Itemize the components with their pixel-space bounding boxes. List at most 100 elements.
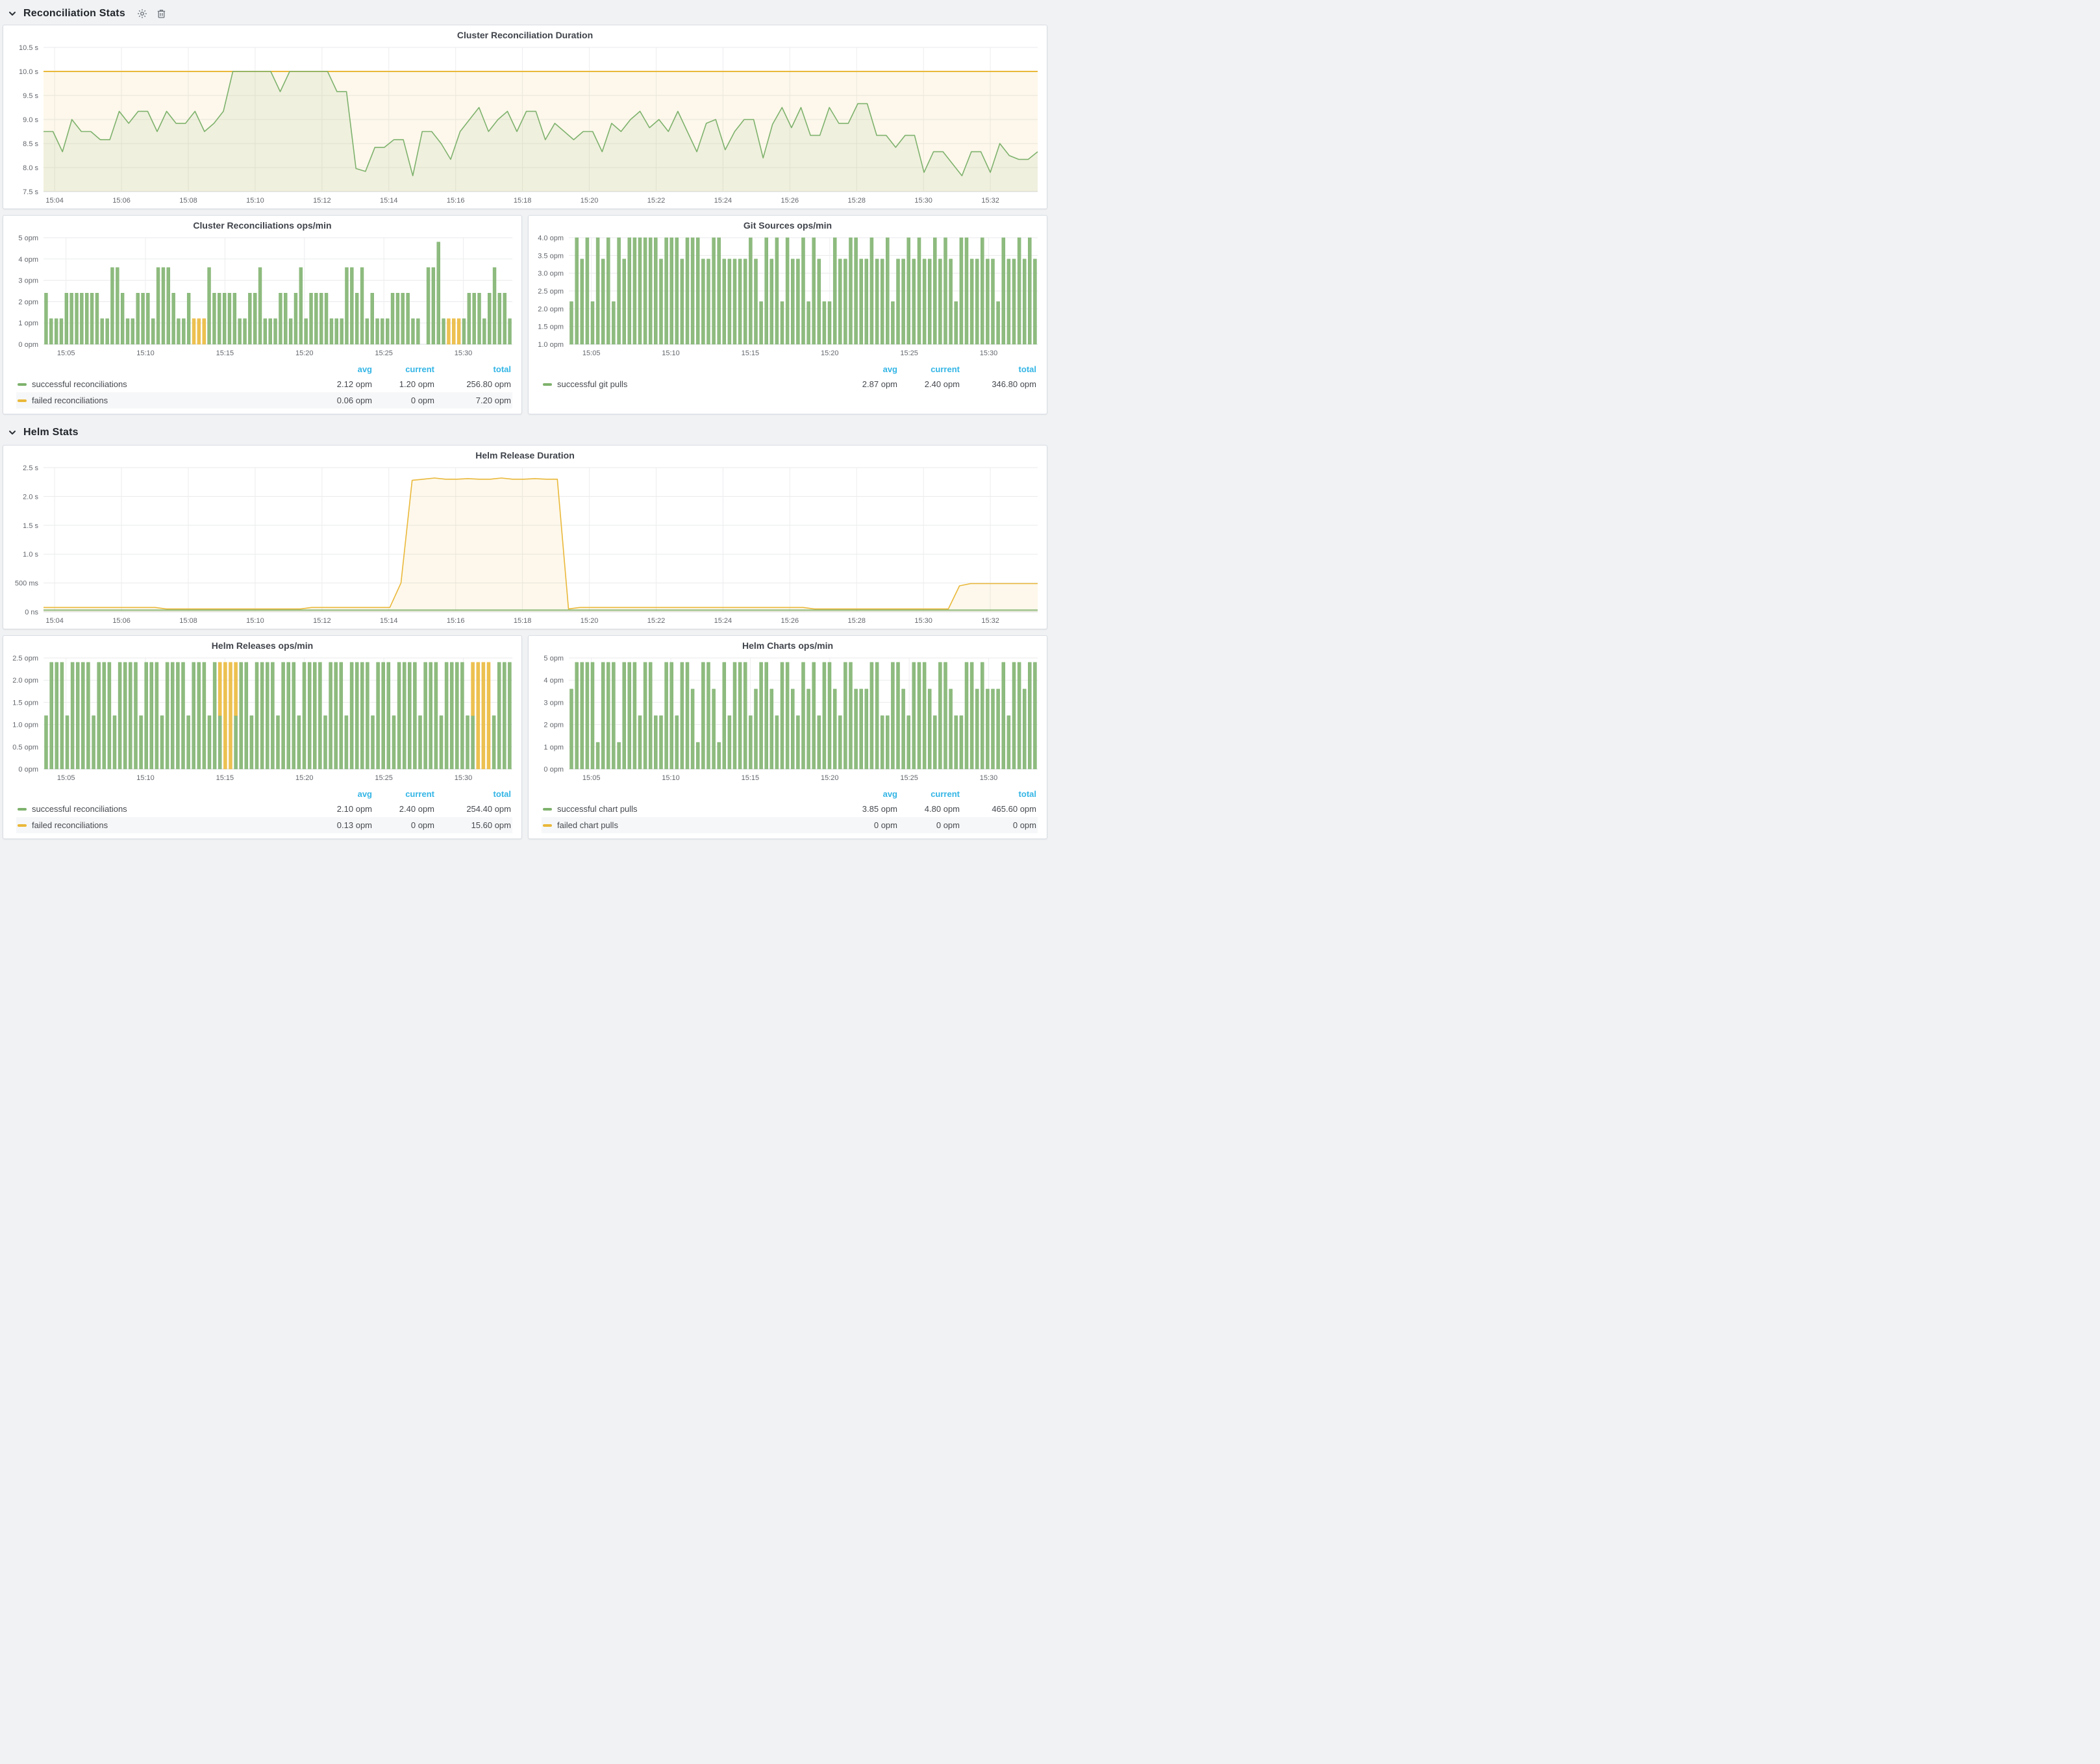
svg-text:2.5 opm: 2.5 opm bbox=[538, 288, 564, 296]
legend-series-label[interactable]: successful git pulls bbox=[543, 379, 835, 389]
legend-series-label[interactable]: failed reconciliations bbox=[18, 820, 310, 830]
series-name: failed chart pulls bbox=[557, 820, 618, 830]
svg-text:9.0 s: 9.0 s bbox=[23, 116, 38, 124]
panel-title[interactable]: Cluster Reconciliation Duration bbox=[3, 25, 1047, 42]
series-name: failed reconciliations bbox=[32, 820, 108, 830]
helm-release-duration-plot[interactable]: 0 ns500 ms1.0 s1.5 s2.0 s2.5 s15:0415:06… bbox=[3, 462, 1047, 629]
legend-series-label[interactable]: failed reconciliations bbox=[18, 396, 310, 405]
svg-text:1.5 s: 1.5 s bbox=[23, 522, 38, 530]
svg-text:1.5 opm: 1.5 opm bbox=[538, 323, 564, 331]
svg-text:15:15: 15:15 bbox=[742, 349, 760, 357]
legend-col-total[interactable]: total bbox=[961, 362, 1038, 376]
svg-text:15:20: 15:20 bbox=[581, 197, 599, 205]
legend-col-avg[interactable]: avg bbox=[311, 362, 373, 376]
legend-col-current[interactable]: current bbox=[373, 362, 436, 376]
git-sources-opm-plot[interactable]: 1.0 opm1.5 opm2.0 opm2.5 opm3.0 opm3.5 o… bbox=[529, 233, 1047, 361]
stat-avg: 3.85 opm bbox=[836, 801, 899, 817]
svg-text:15:10: 15:10 bbox=[136, 774, 155, 782]
svg-text:15:15: 15:15 bbox=[216, 774, 234, 782]
svg-text:2.0 s: 2.0 s bbox=[23, 493, 38, 501]
legend-col-total[interactable]: total bbox=[436, 362, 512, 376]
chevron-down-icon[interactable] bbox=[8, 9, 17, 18]
legend-helm-charts: avg current total successful chart pulls… bbox=[529, 786, 1047, 838]
svg-text:15:32: 15:32 bbox=[981, 197, 999, 205]
svg-text:15:10: 15:10 bbox=[246, 617, 264, 625]
panel-helm-release-duration: Helm Release Duration 0 ns500 ms1.0 s1.5… bbox=[3, 445, 1047, 629]
series-color-dash bbox=[18, 808, 27, 811]
legend-series-label[interactable]: failed chart pulls bbox=[543, 820, 835, 830]
stat-total: 465.60 opm bbox=[961, 801, 1038, 817]
svg-text:8.5 s: 8.5 s bbox=[23, 140, 38, 148]
legend-series-label[interactable]: successful reconciliations bbox=[18, 379, 310, 389]
legend-series-label[interactable]: successful chart pulls bbox=[543, 804, 835, 814]
git-sources-opm-chart[interactable]: 1.0 opm1.5 opm2.0 opm2.5 opm3.0 opm3.5 o… bbox=[529, 233, 1047, 361]
panel-title[interactable]: Helm Release Duration bbox=[3, 446, 1047, 462]
svg-text:15:30: 15:30 bbox=[914, 617, 932, 625]
helm-charts-opm-plot[interactable]: 0 opm1 opm2 opm3 opm4 opm5 opm15:0515:10… bbox=[529, 653, 1047, 786]
helm-charts-opm-chart[interactable]: 0 opm1 opm2 opm3 opm4 opm5 opm15:0515:10… bbox=[529, 653, 1047, 786]
gear-icon[interactable] bbox=[137, 8, 147, 19]
svg-text:15:05: 15:05 bbox=[57, 349, 75, 357]
legend-col-current[interactable]: current bbox=[899, 787, 961, 801]
legend-series-label[interactable]: successful reconciliations bbox=[18, 804, 310, 814]
svg-text:1 opm: 1 opm bbox=[18, 320, 38, 327]
legend-col-current[interactable]: current bbox=[899, 362, 961, 376]
stat-current: 2.40 opm bbox=[899, 376, 961, 392]
svg-text:2 opm: 2 opm bbox=[544, 722, 564, 729]
legend-col-avg[interactable]: avg bbox=[311, 787, 373, 801]
svg-text:4 opm: 4 opm bbox=[544, 677, 564, 685]
stat-current: 0 opm bbox=[373, 817, 436, 833]
svg-text:500 ms: 500 ms bbox=[15, 580, 39, 588]
svg-text:5 opm: 5 opm bbox=[18, 234, 38, 242]
stat-total: 0 opm bbox=[961, 817, 1038, 833]
helm-releases-opm-plot[interactable]: 0 opm0.5 opm1.0 opm1.5 opm2.0 opm2.5 opm… bbox=[3, 653, 521, 786]
series-name: failed reconciliations bbox=[32, 396, 108, 405]
svg-text:3.5 opm: 3.5 opm bbox=[538, 252, 564, 260]
section-title[interactable]: Helm Stats bbox=[23, 427, 79, 438]
stat-total: 256.80 opm bbox=[436, 376, 512, 392]
helm-releases-opm-chart[interactable]: 0 opm0.5 opm1.0 opm1.5 opm2.0 opm2.5 opm… bbox=[3, 653, 521, 786]
cluster-reconciliations-opm-chart[interactable]: 0 opm1 opm2 opm3 opm4 opm5 opm15:0515:10… bbox=[3, 233, 521, 361]
svg-text:8.0 s: 8.0 s bbox=[23, 164, 38, 172]
series-color-dash bbox=[543, 824, 552, 827]
section-title[interactable]: Reconciliation Stats bbox=[23, 8, 125, 19]
trash-icon[interactable] bbox=[156, 8, 166, 19]
panel-title[interactable]: Helm Releases ops/min bbox=[3, 636, 521, 653]
legend-col-total[interactable]: total bbox=[436, 787, 512, 801]
svg-text:15:08: 15:08 bbox=[179, 197, 197, 205]
legend-col-current[interactable]: current bbox=[373, 787, 436, 801]
svg-text:15:10: 15:10 bbox=[246, 197, 264, 205]
panel-cluster-reconciliations-opm: Cluster Reconciliations ops/min 0 opm1 o… bbox=[3, 215, 522, 414]
cluster-reconciliation-duration-chart[interactable]: 7.5 s8.0 s8.5 s9.0 s9.5 s10.0 s10.5 s15:… bbox=[3, 42, 1047, 208]
svg-text:15:25: 15:25 bbox=[900, 349, 918, 357]
svg-text:15:25: 15:25 bbox=[900, 774, 918, 782]
svg-text:15:14: 15:14 bbox=[380, 197, 398, 205]
svg-text:15:26: 15:26 bbox=[781, 617, 799, 625]
legend-col-avg[interactable]: avg bbox=[836, 362, 899, 376]
panel-title[interactable]: Helm Charts ops/min bbox=[529, 636, 1047, 653]
cluster-reconciliation-duration-plot[interactable]: 7.5 s8.0 s8.5 s9.0 s9.5 s10.0 s10.5 s15:… bbox=[3, 42, 1047, 208]
series-name: successful git pulls bbox=[557, 379, 627, 389]
legend-row: successful chart pulls 3.85 opm 4.80 opm… bbox=[542, 801, 1038, 817]
stat-current: 2.40 opm bbox=[373, 801, 436, 817]
stat-total: 7.20 opm bbox=[436, 392, 512, 409]
svg-text:2 opm: 2 opm bbox=[18, 298, 38, 306]
panel-cluster-reconciliation-duration: Cluster Reconciliation Duration 7.5 s8.0… bbox=[3, 25, 1047, 209]
svg-text:3 opm: 3 opm bbox=[18, 277, 38, 285]
helm-release-duration-chart[interactable]: 0 ns500 ms1.0 s1.5 s2.0 s2.5 s15:0415:06… bbox=[3, 462, 1047, 629]
svg-text:15:22: 15:22 bbox=[647, 197, 666, 205]
svg-text:9.5 s: 9.5 s bbox=[23, 92, 38, 100]
series-name: successful chart pulls bbox=[557, 804, 638, 814]
legend-col-avg[interactable]: avg bbox=[836, 787, 899, 801]
panel-title[interactable]: Git Sources ops/min bbox=[529, 216, 1047, 233]
cluster-reconciliations-opm-plot[interactable]: 0 opm1 opm2 opm3 opm4 opm5 opm15:0515:10… bbox=[3, 233, 521, 361]
legend-row: successful git pulls 2.87 opm 2.40 opm 3… bbox=[542, 376, 1038, 392]
svg-text:15:08: 15:08 bbox=[179, 617, 197, 625]
legend-col-total[interactable]: total bbox=[961, 787, 1038, 801]
chevron-down-icon[interactable] bbox=[8, 428, 17, 437]
panel-title[interactable]: Cluster Reconciliations ops/min bbox=[3, 216, 521, 233]
stat-avg: 2.87 opm bbox=[836, 376, 899, 392]
legend-cluster-reconciliations: avg current total successful reconciliat… bbox=[3, 361, 521, 414]
panel-git-sources-opm: Git Sources ops/min 1.0 opm1.5 opm2.0 op… bbox=[528, 215, 1047, 414]
svg-text:15:25: 15:25 bbox=[375, 349, 393, 357]
